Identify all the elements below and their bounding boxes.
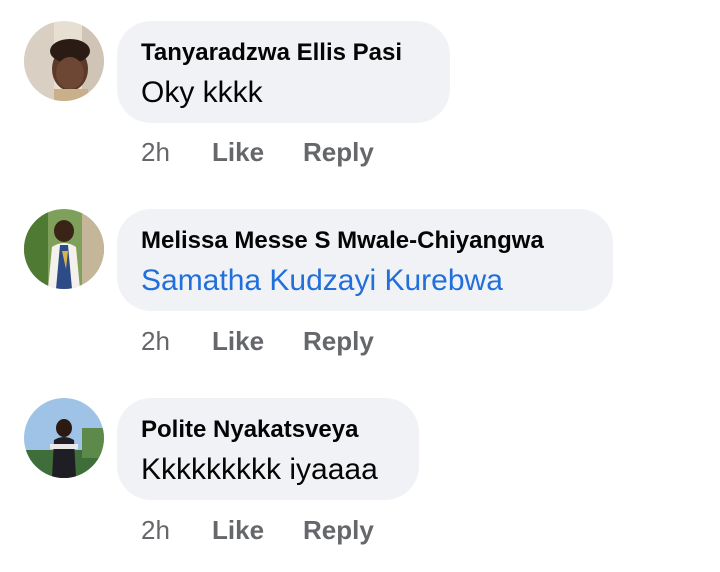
comment-timestamp[interactable]: 2h: [141, 137, 170, 167]
comment-text: Oky kkkk: [141, 76, 263, 109]
comment-author[interactable]: Melissa Messe S Mwale-Chiyangwa: [141, 227, 589, 255]
comment-text: Kkkkkkkkk iyaaaa: [141, 453, 378, 486]
mentioned-user-link[interactable]: Samatha Kudzayi Kurebwa: [141, 263, 589, 299]
like-button[interactable]: Like: [212, 326, 264, 356]
comment-author[interactable]: Polite Nyakatsveya: [141, 416, 395, 444]
profile-photo-icon: [24, 398, 104, 478]
reply-button[interactable]: Reply: [303, 326, 374, 356]
reply-button[interactable]: Reply: [303, 515, 374, 545]
avatar[interactable]: [24, 21, 104, 101]
profile-photo-icon: [24, 209, 104, 289]
avatar[interactable]: [24, 209, 104, 289]
comment-author[interactable]: Tanyaradzwa Ellis Pasi: [141, 39, 426, 67]
comment-bubble: Tanyaradzwa Ellis Pasi Oky kkkk: [117, 21, 450, 123]
profile-photo-icon: [24, 21, 104, 101]
comment-bubble: Polite Nyakatsveya Kkkkkkkkk iyaaaa: [117, 398, 419, 500]
reply-button[interactable]: Reply: [303, 137, 374, 167]
like-button[interactable]: Like: [212, 137, 264, 167]
comment-timestamp[interactable]: 2h: [141, 326, 170, 356]
like-button[interactable]: Like: [212, 515, 264, 545]
avatar[interactable]: [24, 398, 104, 478]
comment-timestamp[interactable]: 2h: [141, 515, 170, 545]
comment-bubble: Melissa Messe S Mwale-Chiyangwa Samatha …: [117, 209, 613, 311]
